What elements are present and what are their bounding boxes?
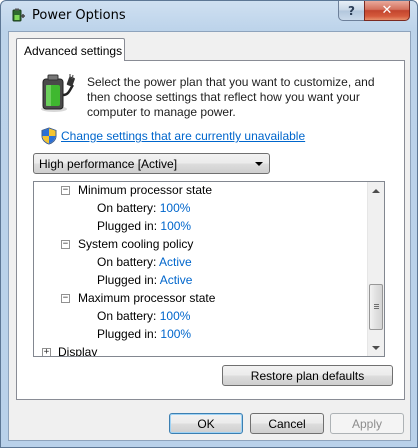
collapse-icon[interactable]: − xyxy=(61,186,70,195)
advanced-settings-panel: Select the power plan that you want to c… xyxy=(16,60,405,400)
setting-value[interactable]: 100% xyxy=(160,309,191,323)
vertical-scrollbar[interactable] xyxy=(367,182,384,356)
setting-cooling-plugged[interactable]: Plugged in: Active xyxy=(97,272,192,288)
grip-icon xyxy=(374,306,379,307)
ok-button[interactable]: OK xyxy=(169,413,243,434)
setting-label: On battery: xyxy=(97,201,157,215)
close-icon: ✕ xyxy=(381,3,393,18)
setting-label: On battery: xyxy=(97,309,157,323)
power-options-window: Power Options ? ✕ Advanced settings Sele… xyxy=(0,0,418,448)
scroll-up-button[interactable] xyxy=(368,182,384,199)
setting-value[interactable]: 100% xyxy=(160,219,191,233)
tree-node-min-processor[interactable]: Minimum processor state xyxy=(78,182,212,198)
change-unavailable-settings-link[interactable]: Change settings that are currently unava… xyxy=(61,129,305,143)
setting-value[interactable]: 100% xyxy=(160,201,191,215)
tree-node-cooling-policy[interactable]: System cooling policy xyxy=(78,236,193,252)
cancel-button[interactable]: Cancel xyxy=(250,413,324,434)
tree-node-display[interactable]: Display xyxy=(58,344,97,356)
setting-value[interactable]: 100% xyxy=(160,327,191,341)
power-plan-dropdown[interactable]: High performance [Active] xyxy=(33,153,270,174)
setting-label: Plugged in: xyxy=(97,273,158,287)
tree-node-max-processor[interactable]: Maximum processor state xyxy=(78,290,215,306)
settings-tree-content: − Minimum processor state On battery: 10… xyxy=(34,182,368,356)
setting-max-processor-plugged[interactable]: Plugged in: 100% xyxy=(97,326,191,342)
arrow-up-icon xyxy=(372,188,380,193)
battery-plug-icon xyxy=(41,74,75,112)
close-button[interactable]: ✕ xyxy=(364,1,410,21)
setting-min-processor-battery[interactable]: On battery: 100% xyxy=(97,200,190,216)
power-plan-selected: High performance [Active] xyxy=(39,157,178,171)
setting-cooling-battery[interactable]: On battery: Active xyxy=(97,254,192,270)
scroll-down-button[interactable] xyxy=(368,339,384,356)
setting-label: Plugged in: xyxy=(97,219,158,233)
scrollbar-thumb[interactable] xyxy=(369,284,383,330)
help-button[interactable]: ? xyxy=(338,1,365,21)
title-bar[interactable]: Power Options ? ✕ xyxy=(1,1,417,31)
tab-advanced-settings[interactable]: Advanced settings xyxy=(16,38,125,61)
setting-value[interactable]: Active xyxy=(159,255,192,269)
collapse-icon[interactable]: − xyxy=(61,240,70,249)
setting-label: On battery: xyxy=(97,255,157,269)
restore-plan-defaults-button[interactable]: Restore plan defaults xyxy=(222,365,393,386)
power-options-icon xyxy=(12,8,25,22)
setting-max-processor-battery[interactable]: On battery: 100% xyxy=(97,308,190,324)
setting-value[interactable]: Active xyxy=(160,273,193,287)
grip-icon xyxy=(374,304,379,305)
help-icon: ? xyxy=(348,3,355,18)
collapse-icon[interactable]: − xyxy=(61,294,70,303)
arrow-down-icon xyxy=(372,345,380,350)
uac-shield-icon xyxy=(41,127,57,145)
settings-tree[interactable]: − Minimum processor state On battery: 10… xyxy=(33,181,385,357)
window-title: Power Options xyxy=(32,8,126,23)
setting-min-processor-plugged[interactable]: Plugged in: 100% xyxy=(97,218,191,234)
grip-icon xyxy=(374,308,379,309)
setting-label: Plugged in: xyxy=(97,327,158,341)
chevron-down-icon xyxy=(255,162,263,166)
apply-button[interactable]: Apply xyxy=(330,413,404,434)
instruction-text: Select the power plan that you want to c… xyxy=(87,75,375,119)
expand-icon[interactable]: + xyxy=(42,348,51,356)
dialog-body: Advanced settings Select the power plan … xyxy=(8,31,411,441)
